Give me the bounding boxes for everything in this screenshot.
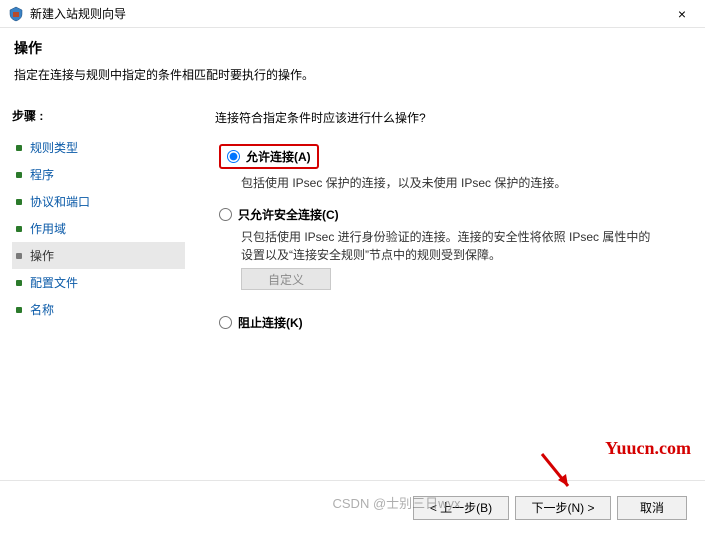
titlebar: 新建入站规则向导 × (0, 0, 705, 28)
option-secure-label: 只允许安全连接(C) (238, 206, 339, 223)
close-button[interactable]: × (667, 3, 697, 25)
bullet-icon (16, 226, 22, 232)
page-title: 操作 (14, 38, 691, 58)
radio-block[interactable] (219, 316, 232, 329)
option-allow: 允许连接(A) 包括使用 IPsec 保护的连接，以及未使用 IPsec 保护的… (219, 144, 685, 192)
step-program[interactable]: 程序 (12, 161, 185, 188)
window-title: 新建入站规则向导 (30, 5, 667, 22)
bullet-icon (16, 145, 22, 151)
radio-allow[interactable] (227, 150, 240, 163)
app-icon (8, 6, 24, 22)
wizard-body: 步骤 : 规则类型 程序 协议和端口 作用域 操作 配置文件 名称 连接符合指定… (0, 95, 705, 495)
step-scope[interactable]: 作用域 (12, 215, 185, 242)
steps-sidebar: 步骤 : 规则类型 程序 协议和端口 作用域 操作 配置文件 名称 (0, 95, 195, 495)
option-block-label: 阻止连接(K) (238, 314, 303, 331)
steps-heading: 步骤 : (12, 107, 185, 124)
action-options: 允许连接(A) 包括使用 IPsec 保护的连接，以及未使用 IPsec 保护的… (219, 144, 685, 331)
cancel-button[interactable]: 取消 (617, 496, 687, 520)
step-label: 操作 (30, 247, 54, 264)
steps-list: 规则类型 程序 协议和端口 作用域 操作 配置文件 名称 (12, 134, 185, 323)
option-secure-desc: 只包括使用 IPsec 进行身份验证的连接。连接的安全性将依照 IPsec 属性… (241, 228, 661, 264)
customize-button: 自定义 (241, 268, 331, 290)
radio-secure[interactable] (219, 208, 232, 221)
step-label: 名称 (30, 301, 54, 318)
step-label: 程序 (30, 166, 54, 183)
option-allow-label: 允许连接(A) (246, 148, 311, 165)
wizard-footer: < 上一步(B) 下一步(N) > 取消 (0, 480, 705, 534)
bullet-icon (16, 172, 22, 178)
back-button[interactable]: < 上一步(B) (413, 496, 509, 520)
option-block: 阻止连接(K) (219, 314, 685, 331)
wizard-main: 连接符合指定条件时应该进行什么操作? 允许连接(A) 包括使用 IPsec 保护… (195, 95, 705, 495)
option-allow-desc: 包括使用 IPsec 保护的连接，以及未使用 IPsec 保护的连接。 (241, 174, 661, 192)
step-profile[interactable]: 配置文件 (12, 269, 185, 296)
wizard-header: 操作 指定在连接与规则中指定的条件相匹配时要执行的操作。 (0, 28, 705, 95)
step-label: 协议和端口 (30, 193, 90, 210)
bullet-icon (16, 307, 22, 313)
bullet-icon (16, 280, 22, 286)
step-label: 作用域 (30, 220, 66, 237)
step-rule-type[interactable]: 规则类型 (12, 134, 185, 161)
step-name[interactable]: 名称 (12, 296, 185, 323)
step-protocol[interactable]: 协议和端口 (12, 188, 185, 215)
page-subtitle: 指定在连接与规则中指定的条件相匹配时要执行的操作。 (14, 66, 691, 83)
close-icon: × (678, 6, 686, 22)
next-button[interactable]: 下一步(N) > (515, 496, 611, 520)
step-action[interactable]: 操作 (12, 242, 185, 269)
bullet-icon (16, 253, 22, 259)
step-label: 规则类型 (30, 139, 78, 156)
question-text: 连接符合指定条件时应该进行什么操作? (215, 109, 685, 126)
option-secure: 只允许安全连接(C) 只包括使用 IPsec 进行身份验证的连接。连接的安全性将… (219, 206, 685, 300)
step-label: 配置文件 (30, 274, 78, 291)
bullet-icon (16, 199, 22, 205)
